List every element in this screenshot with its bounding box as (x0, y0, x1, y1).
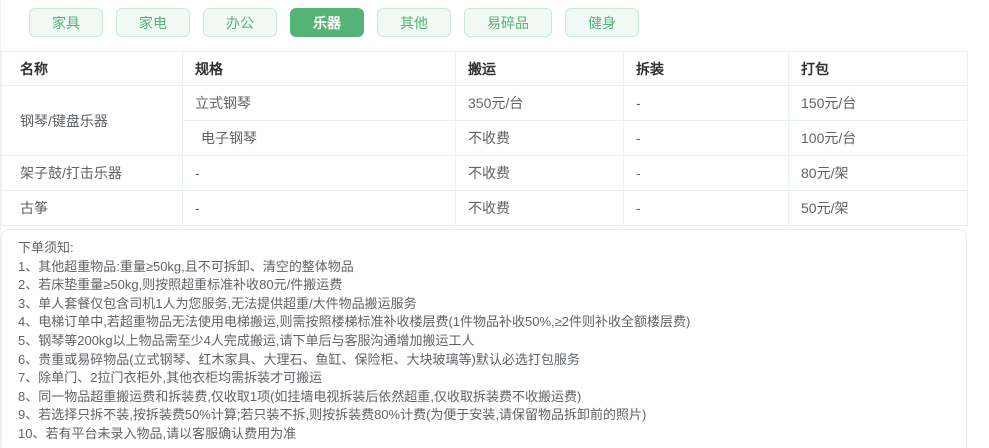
cell-spec: 电子钢琴 (182, 120, 456, 156)
note-item: 10、若有平台未录入物品,请以客服确认费用为准 (18, 425, 297, 441)
note-item: 6、贵重或易碎物品(立式钢琴、红木家具、大理石、鱼缸、保险柜、大块玻璃等)默认必… (18, 351, 580, 367)
category-tabs: 家具 家电 办公 乐器 其他 易碎品 健身 (1, 0, 989, 37)
cell-disassembly-fee: - (623, 120, 789, 156)
pricing-table-container: 名称 规格 搬运 拆装 打包 钢琴/键盘乐器 立式钢琴 350元/台 - 150… (1, 51, 989, 226)
tab-furniture[interactable]: 家具 (29, 8, 103, 37)
table-header-row: 名称 规格 搬运 拆装 打包 (1, 51, 968, 86)
tab-office[interactable]: 办公 (203, 8, 277, 37)
cell-moving-fee: 不收费 (455, 120, 624, 156)
note-item: 9、若选择只拆不装,按拆装费50%计算;若只装不拆,则按拆装费80%计费(为便于… (18, 407, 647, 423)
table-row: 古筝 - 不收费 - 50元/架 (1, 190, 968, 226)
cell-packing-fee: 50元/架 (788, 190, 968, 226)
pricing-table: 名称 规格 搬运 拆装 打包 钢琴/键盘乐器 立式钢琴 350元/台 - 150… (1, 51, 968, 226)
pricing-page: 家具 家电 办公 乐器 其他 易碎品 健身 名称 规格 搬运 拆装 打包 钢琴/… (0, 0, 989, 448)
cell-packing-fee: 100元/台 (788, 120, 968, 156)
table-row: 钢琴/键盘乐器 立式钢琴 350元/台 - 150元/台 (1, 85, 968, 156)
tab-instruments[interactable]: 乐器 (290, 8, 364, 37)
cell-disassembly-fee: - (623, 155, 789, 191)
order-notes-panel: 下单须知: 1、其他超重物品:重量≥50kg,且不可拆卸、清空的整体物品 2、若… (1, 229, 967, 448)
cell-packing-fee: 80元/架 (788, 155, 968, 191)
note-item: 5、钢琴等200kg以上物品需至少4人完成搬运,请下单后与客服沟通增加搬运工人 (18, 332, 475, 348)
cell-item-name: 钢琴/键盘乐器 (1, 85, 183, 156)
cell-spec: - (182, 190, 456, 226)
cell-disassembly-fee: - (623, 85, 789, 121)
note-item: 4、电梯订单中,若超重物品无法使用电梯搬运,则需按照楼梯标准补收楼层费(1件物品… (18, 314, 691, 330)
column-header-name: 名称 (1, 51, 183, 86)
cell-moving-fee: 不收费 (455, 190, 624, 226)
cell-spec: 立式钢琴 (182, 85, 456, 121)
note-item: 3、单人套餐仅包含司机1人为您服务,无法提供超重/大件物品搬运服务 (18, 295, 417, 311)
column-header-packing: 打包 (788, 51, 968, 86)
note-item: 1、其他超重物品:重量≥50kg,且不可拆卸、清空的整体物品 (18, 258, 354, 274)
cell-moving-fee: 不收费 (455, 155, 624, 191)
tab-fragile[interactable]: 易碎品 (464, 8, 552, 37)
cell-packing-fee: 150元/台 (788, 85, 968, 121)
note-item: 7、除单门、2拉门衣柜外,其他衣柜均需拆装才可搬运 (18, 370, 323, 386)
tab-appliances[interactable]: 家电 (116, 8, 190, 37)
cell-moving-fee: 350元/台 (455, 85, 624, 121)
cell-item-name: 架子鼓/打击乐器 (1, 155, 183, 191)
column-header-disassembly: 拆装 (623, 51, 789, 86)
notes-title: 下单须知: (18, 240, 74, 255)
cell-disassembly-fee: - (623, 190, 789, 226)
note-item: 8、同一物品超重搬运费和拆装费,仅收取1项(如挂墙电视拆装后依然超重,仅收取拆装… (18, 388, 582, 404)
tab-fitness[interactable]: 健身 (565, 8, 639, 37)
cell-item-name: 古筝 (1, 190, 183, 226)
column-header-spec: 规格 (182, 51, 456, 86)
table-row: 架子鼓/打击乐器 - 不收费 - 80元/架 (1, 155, 968, 191)
tab-others[interactable]: 其他 (377, 8, 451, 37)
cell-spec: - (182, 155, 456, 191)
note-item: 2、若床垫重量≥50kg,则按照超重标准补收80元/件搬运费 (18, 277, 343, 293)
column-header-moving: 搬运 (455, 51, 624, 86)
